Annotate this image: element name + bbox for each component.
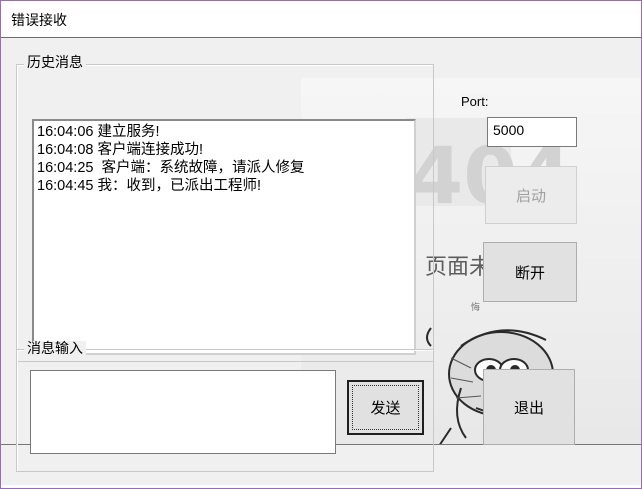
- port-label: Port:: [461, 94, 489, 109]
- send-button[interactable]: 发送: [347, 380, 424, 435]
- port-input[interactable]: 5000: [487, 117, 577, 147]
- exit-button-label: 退出: [513, 398, 544, 417]
- history-line: 16:04:45 我：收到，已派出工程师!: [37, 178, 261, 194]
- history-line: 16:04:25 客户端：系统故障，请派人修复: [37, 160, 305, 176]
- start-button-label: 启动: [515, 186, 546, 205]
- disconnect-button[interactable]: 断开: [483, 242, 577, 302]
- message-input-group-label: 消息输入: [24, 341, 86, 357]
- disconnect-button-label: 断开: [514, 263, 545, 282]
- history-line: 16:04:08 客户端连接成功!: [37, 142, 203, 158]
- history-line: 16:04:06 建立服务!: [37, 124, 160, 140]
- history-textbox[interactable]: 16:04:06 建立服务! 16:04:08 客户端连接成功! 16:04:2…: [32, 119, 416, 355]
- title-bar[interactable]: 错误接收: [1, 1, 641, 38]
- history-group-label: 历史消息: [24, 55, 86, 71]
- send-button-label: 发送: [370, 399, 401, 417]
- window-title: 错误接收: [11, 13, 67, 29]
- message-input[interactable]: [30, 370, 336, 454]
- start-button[interactable]: 启动: [485, 166, 577, 224]
- exit-button[interactable]: 退出: [483, 369, 575, 445]
- svg-text:悔: 悔: [471, 301, 480, 313]
